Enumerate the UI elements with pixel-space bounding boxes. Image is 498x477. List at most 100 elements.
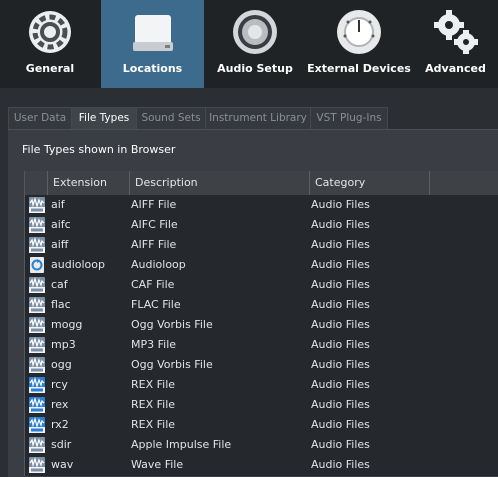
description-cell: Apple Impulse File [131,438,232,451]
table-row[interactable]: caf CAF File Audio Files [25,275,498,295]
category-cell: Audio Files [311,258,370,271]
category-cell: Audio Files [311,418,370,431]
tab-sound-sets[interactable]: Sound Sets [136,107,206,129]
description-cell: REX File [131,398,176,411]
category-cell: Audio Files [311,238,370,251]
description-cell: Wave File [131,458,184,471]
category-cell: Audio Files [311,438,370,451]
toolbar-audio-setup-label: Audio Setup [217,62,293,75]
table-row[interactable]: sdir Apple Impulse File Audio Files [25,435,498,455]
table-row[interactable]: rex REX File Audio Files [25,395,498,415]
aif-file-icon [29,237,45,253]
wave-file-icon [29,277,45,293]
column-header-description[interactable]: Description [129,171,309,195]
toolbar-general-label: General [25,62,75,75]
column-header-icon[interactable] [25,171,47,195]
category-cell: Audio Files [311,458,370,471]
ogg-file-icon [29,317,45,333]
table-row[interactable]: rx2 REX File Audio Files [25,415,498,435]
table-row[interactable]: wav Wave File Audio Files [25,455,498,475]
extension-cell: mogg [51,318,83,331]
extension-cell: flac [51,298,71,311]
extension-cell: wav [51,458,74,471]
category-cell: Audio Files [311,398,370,411]
wav-file-icon [29,457,45,473]
description-cell: AIFF File [131,198,177,211]
table-row[interactable]: aif AIFF File Audio Files [25,195,498,215]
category-cell: Audio Files [311,198,370,211]
ogg-file-icon [29,357,45,373]
wave-file-icon [29,437,45,453]
category-cell: Audio Files [311,318,370,331]
table-row[interactable]: mogg Ogg Vorbis File Audio Files [25,315,498,335]
loop-file-icon [30,257,44,273]
extension-cell: ogg [51,358,72,371]
category-cell: Audio Files [311,298,370,311]
extension-cell: caf [51,278,68,291]
extension-cell: rcy [51,378,68,391]
preferences-toolbar: General Locations Audio Setup External D… [0,0,498,88]
column-header-empty [429,171,498,195]
mp3-file-icon [29,337,45,353]
description-cell: CAF File [131,278,175,291]
gears-icon [433,10,478,54]
extension-cell: aif [51,198,65,211]
description-cell: FLAC File [131,298,181,311]
file-types-caption: File Types shown in Browser [22,143,176,156]
extension-cell: sdir [51,438,72,451]
table-row[interactable]: aiff AIFF File Audio Files [25,235,498,255]
table-row[interactable]: audioloop Audioloop Audio Files [25,255,498,275]
rex-file-icon [29,397,45,413]
table-row[interactable]: flac FLAC File Audio Files [25,295,498,315]
category-cell: Audio Files [311,278,370,291]
column-header-extension[interactable]: Extension [47,171,129,195]
general-gear-icon [29,11,71,53]
extension-cell: rex [51,398,69,411]
aif-file-icon [29,217,45,233]
dial-icon [337,10,381,54]
toolbar-audio-setup-button[interactable]: Audio Setup [205,0,305,88]
description-cell: MP3 File [131,338,177,351]
category-cell: Audio Files [311,358,370,371]
drive-icon [132,15,173,51]
extension-cell: mp3 [51,338,76,351]
file-types-table: Extension Description Category aif AIFF F… [24,171,498,476]
toolbar-general-button[interactable]: General [0,0,100,88]
tab-file-types[interactable]: File Types [71,107,137,130]
toolbar-locations-label: Locations [122,62,183,75]
description-cell: Ogg Vorbis File [131,358,213,371]
description-cell: Ogg Vorbis File [131,318,213,331]
toolbar-external-devices-label: External Devices [307,62,411,75]
extension-cell: rx2 [51,418,69,431]
table-row[interactable]: aifc AIFC File Audio Files [25,215,498,235]
toolbar-advanced-label: Advanced [425,62,486,75]
toolbar-advanced-button[interactable]: Advanced [413,0,498,88]
table-header: Extension Description Category [25,171,498,195]
category-cell: Audio Files [311,218,370,231]
wave-file-icon [29,297,45,313]
toolbar-divider [0,88,498,102]
speaker-icon [233,10,277,54]
description-cell: REX File [131,418,176,431]
toolbar-external-devices-button[interactable]: External Devices [306,0,412,88]
description-cell: Audioloop [131,258,186,271]
column-header-category[interactable]: Category [309,171,429,195]
toolbar-locations-button[interactable]: Locations [101,0,204,88]
extension-cell: aiff [51,238,69,251]
extension-cell: aifc [51,218,71,231]
extension-cell: audioloop [51,258,105,271]
tab-vst-plug-ins[interactable]: VST Plug-Ins [310,107,388,129]
table-row[interactable]: mp3 MP3 File Audio Files [25,335,498,355]
rex-file-icon [29,377,45,393]
rex-file-icon [29,417,45,433]
category-cell: Audio Files [311,378,370,391]
tab-user-data[interactable]: User Data [8,107,72,129]
description-cell: REX File [131,378,176,391]
description-cell: AIFC File [131,218,178,231]
table-row[interactable]: ogg Ogg Vorbis File Audio Files [25,355,498,375]
table-row[interactable]: rcy REX File Audio Files [25,375,498,395]
category-cell: Audio Files [311,338,370,351]
tab-instrument-library[interactable]: Instrument Library [205,107,311,129]
description-cell: AIFF File [131,238,177,251]
aif-file-icon [29,197,45,213]
